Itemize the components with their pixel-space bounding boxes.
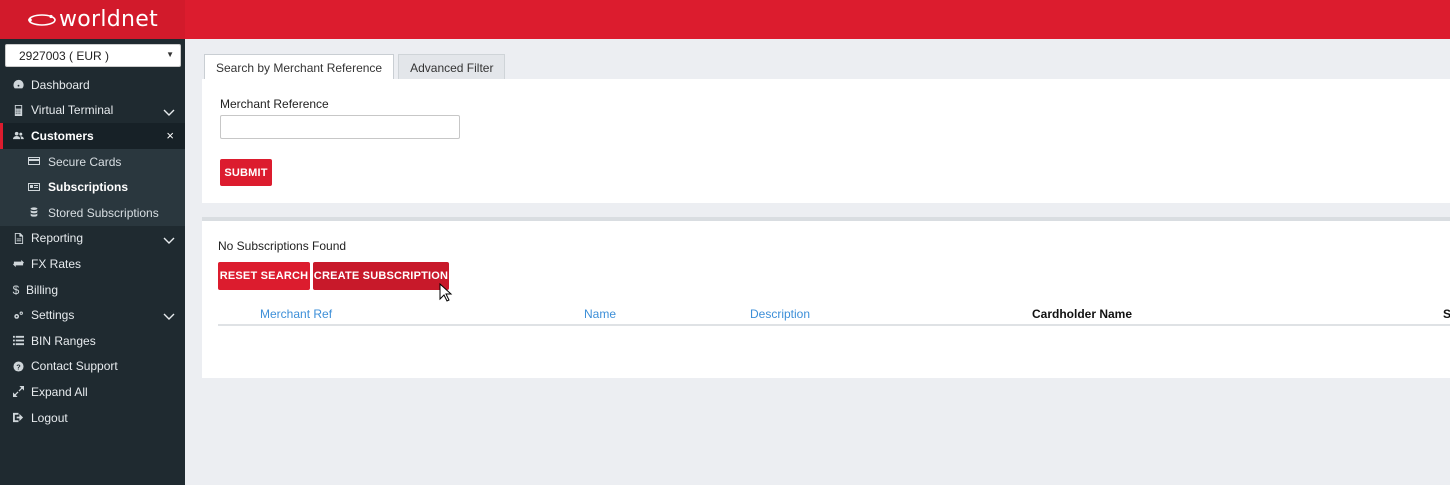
sidebar-subitem-label: Stored Subscriptions	[48, 205, 159, 220]
results-panel: No Subscriptions Found RESET SEARCH CREA…	[202, 221, 1450, 378]
sidebar-item-virtual-terminal[interactable]: Virtual Terminal	[0, 98, 185, 124]
account-select[interactable]: 2927003 ( EUR ) ▼	[5, 44, 181, 67]
report-icon	[11, 232, 25, 244]
merchant-reference-input[interactable]	[220, 115, 460, 139]
svg-text:?: ?	[16, 362, 21, 371]
submit-button[interactable]: SUBMIT	[220, 159, 272, 186]
tab-advanced-filter[interactable]: Advanced Filter	[398, 54, 506, 80]
sidebar-item-label: Customers	[31, 128, 94, 143]
sidebar-nav: Dashboard Virtual Terminal Customers × S…	[0, 72, 185, 430]
expand-icon	[11, 386, 25, 398]
sidebar-subitem-secure-cards[interactable]: Secure Cards	[0, 148, 185, 175]
sidebar-item-billing[interactable]: $ Billing	[0, 277, 185, 303]
sidebar-item-reporting[interactable]: Reporting	[0, 226, 185, 252]
close-icon[interactable]: ×	[166, 128, 174, 143]
logo-mark-icon	[28, 13, 56, 26]
column-merchant-ref[interactable]: Merchant Ref	[260, 307, 332, 321]
sidebar-item-label: Dashboard	[31, 77, 90, 92]
chevron-down-icon	[163, 234, 175, 244]
results-status: No Subscriptions Found	[218, 239, 347, 253]
credit-card-icon	[28, 156, 41, 167]
search-tabs: Search by Merchant Reference Advanced Fi…	[204, 54, 509, 80]
sidebar-item-customers[interactable]: Customers ×	[0, 123, 185, 149]
sidebar-item-logout[interactable]: Logout	[0, 405, 185, 431]
sidebar-item-label: BIN Ranges	[31, 333, 96, 348]
id-card-icon	[28, 182, 41, 193]
sidebar-subitem-label: Subscriptions	[48, 180, 129, 195]
sidebar-item-fx-rates[interactable]: FX Rates	[0, 251, 185, 277]
sidebar-item-label: Logout	[31, 410, 68, 425]
sidebar-item-expand-all[interactable]: Expand All	[0, 379, 185, 405]
gears-icon	[11, 309, 25, 321]
results-table-header: Merchant Ref Name Description Cardholder…	[218, 305, 1450, 326]
sidebar-item-label: Billing	[26, 282, 59, 297]
sidebar-item-label: Settings	[31, 308, 75, 323]
sidebar-subitem-subscriptions[interactable]: Subscriptions	[0, 174, 185, 200]
column-description[interactable]: Description	[750, 307, 810, 321]
merchant-reference-label: Merchant Reference	[220, 97, 329, 111]
logo-text: worldnet	[58, 7, 159, 32]
caret-down-icon: ▼	[166, 50, 174, 59]
create-subscription-button[interactable]: CREATE SUBSCRIPTION	[313, 262, 449, 290]
chevron-down-icon	[163, 106, 175, 116]
sidebar-item-contact-support[interactable]: ? Contact Support	[0, 354, 185, 380]
column-status-truncated: S	[1443, 307, 1450, 321]
sidebar-item-dashboard[interactable]: Dashboard	[0, 72, 185, 98]
reset-search-button[interactable]: RESET SEARCH	[218, 262, 310, 290]
column-name[interactable]: Name	[584, 307, 616, 321]
column-cardholder-name: Cardholder Name	[1032, 307, 1133, 321]
sidebar-item-label: Contact Support	[31, 359, 118, 374]
sidebar-item-label: Virtual Terminal	[31, 103, 114, 118]
sidebar-item-label: Expand All	[31, 384, 88, 399]
sidebar-item-bin-ranges[interactable]: BIN Ranges	[0, 328, 185, 354]
chevron-down-icon	[163, 310, 175, 321]
users-icon	[11, 130, 25, 142]
exchange-icon	[11, 258, 25, 270]
database-icon	[28, 207, 41, 218]
calculator-icon	[11, 104, 25, 116]
sidebar: 2927003 ( EUR ) ▼ Dashboard Virtual Term…	[0, 39, 185, 485]
sidebar-item-label: Reporting	[31, 231, 84, 246]
dashboard-icon	[11, 79, 25, 91]
sidebar-item-settings[interactable]: Settings	[0, 302, 185, 328]
dollar-icon: $	[12, 282, 20, 297]
logo[interactable]: worldnet	[0, 0, 185, 39]
tab-search-merchant-reference[interactable]: Search by Merchant Reference	[204, 54, 395, 80]
account-select-value: 2927003 ( EUR )	[19, 49, 110, 63]
top-bar: worldnet	[0, 0, 1450, 39]
sidebar-item-label: FX Rates	[31, 256, 82, 271]
search-panel: Merchant Reference SUBMIT	[202, 79, 1450, 203]
question-icon: ?	[11, 360, 25, 372]
list-icon	[11, 335, 25, 347]
logout-icon	[11, 412, 25, 424]
sidebar-subitem-label: Secure Cards	[48, 154, 122, 169]
mouse-pointer-icon	[439, 283, 453, 302]
sidebar-subitem-stored-subscriptions[interactable]: Stored Subscriptions	[0, 199, 185, 226]
